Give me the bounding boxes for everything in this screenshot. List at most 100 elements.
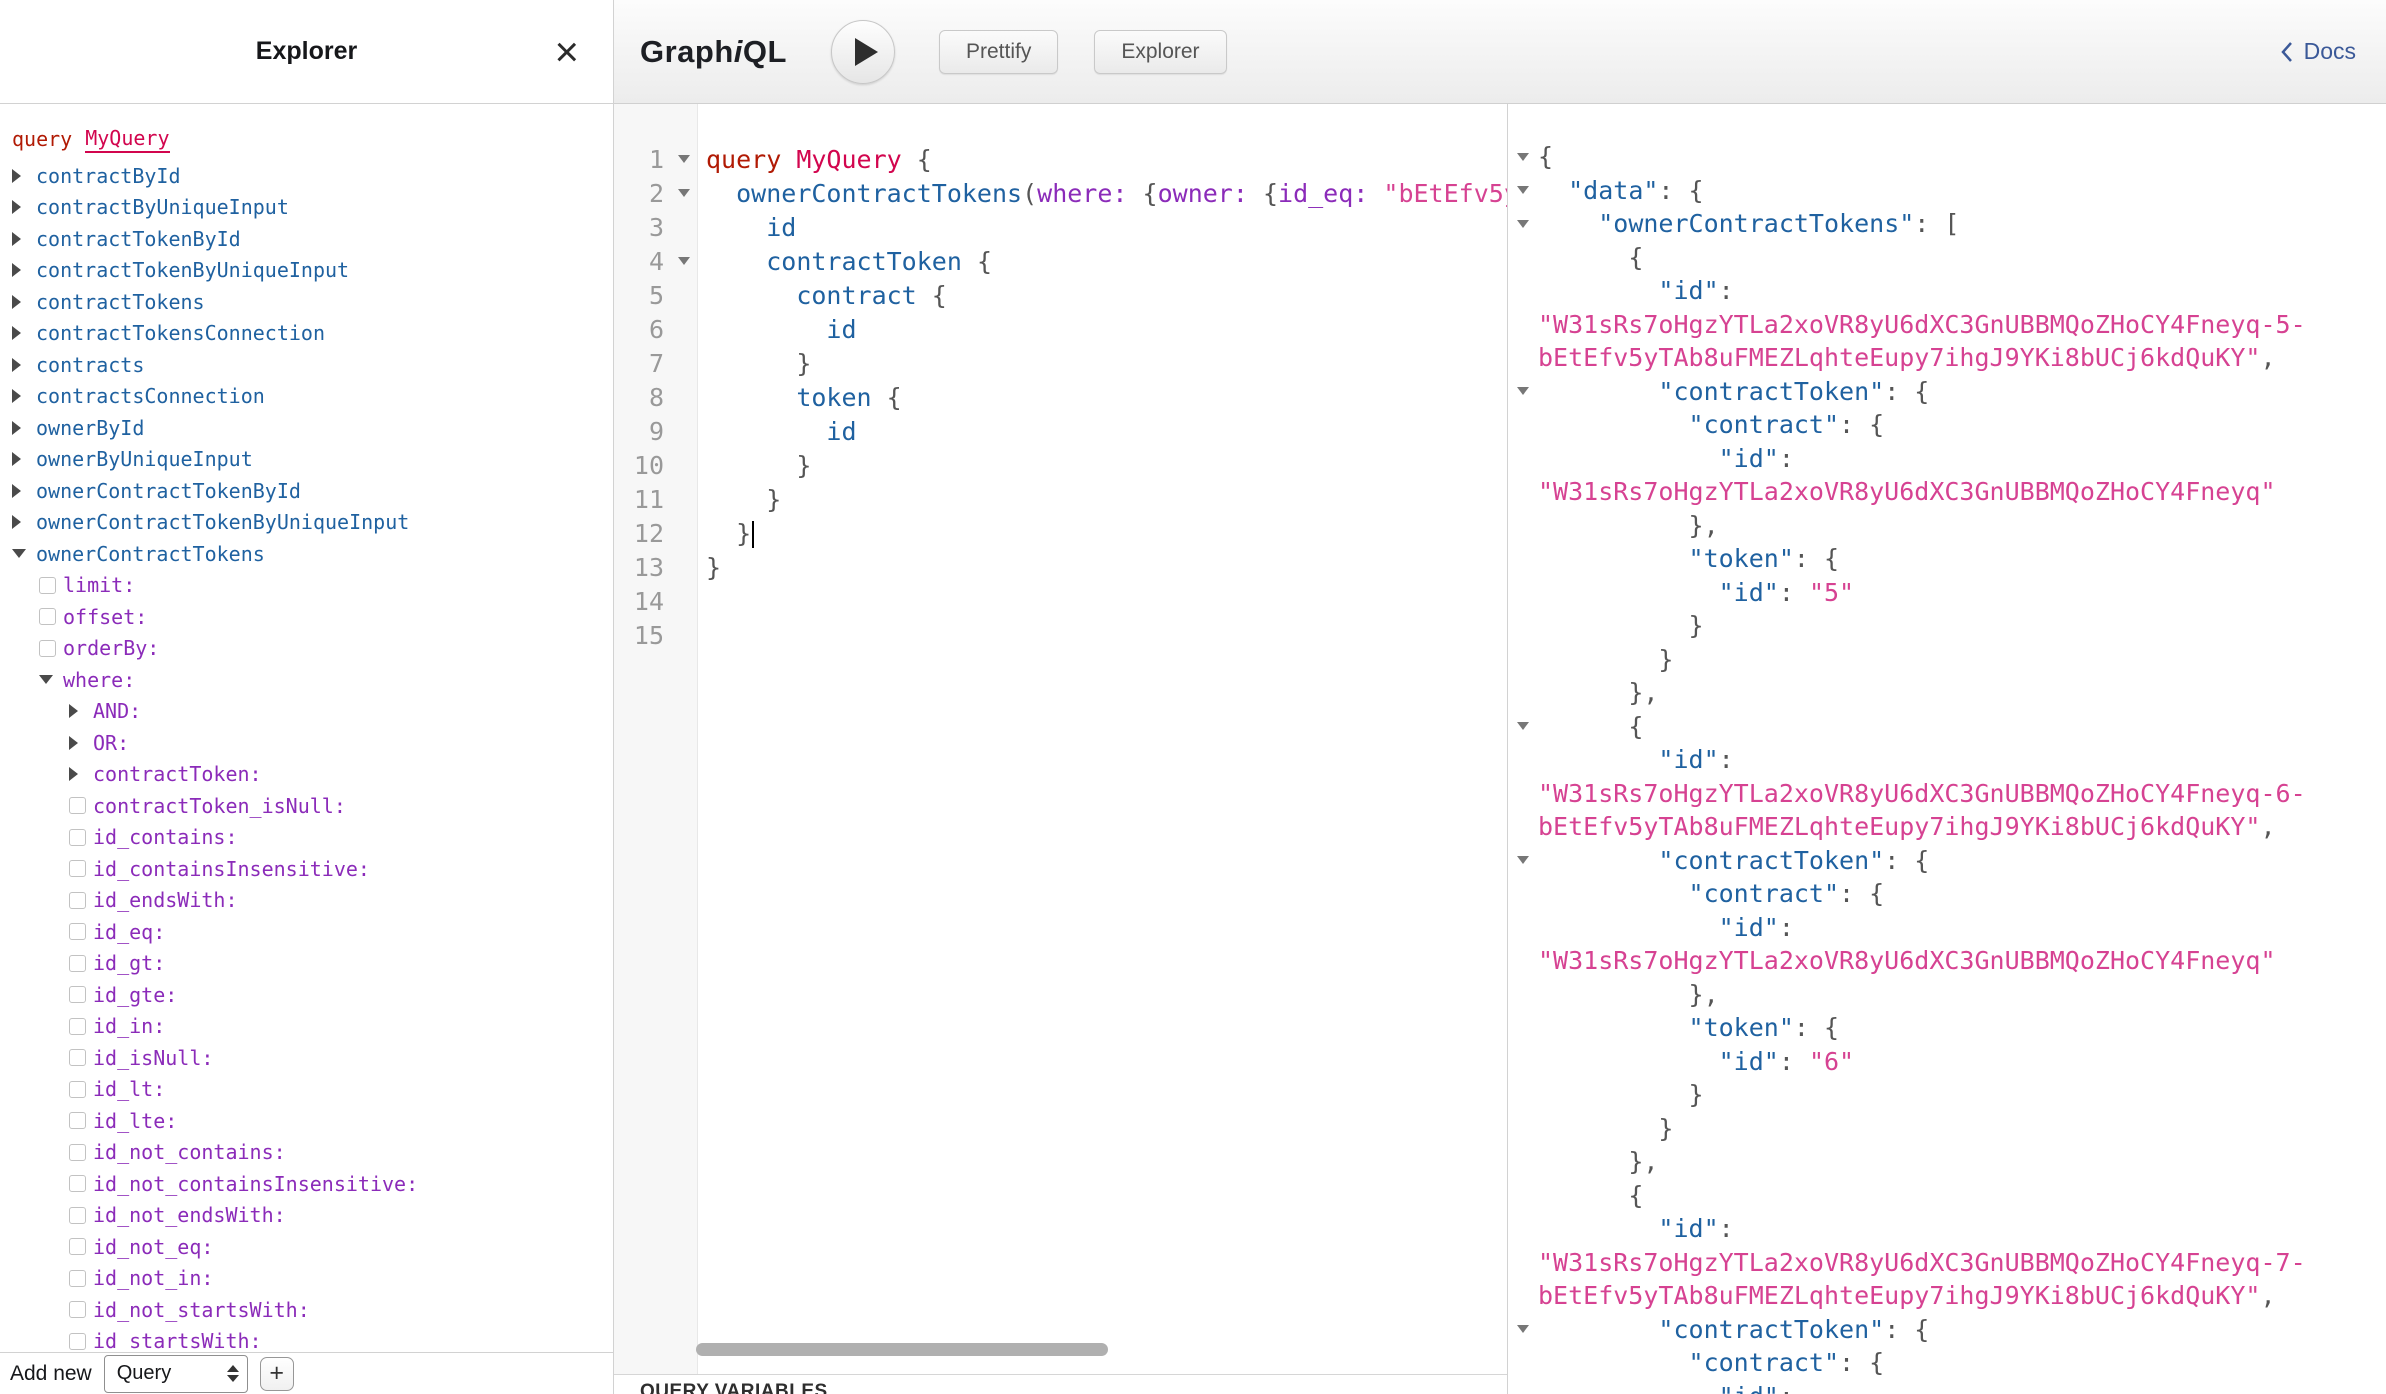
fold-arrow-icon[interactable] [678,155,690,163]
explorer-arg-row[interactable]: id_gte: [12,979,613,1011]
fold-arrow-icon[interactable] [1517,153,1529,161]
add-operation-button[interactable]: + [260,1357,294,1391]
checkbox[interactable] [69,1301,86,1318]
query-editor[interactable]: 1query MyQuery {2 ownerContractTokens(wh… [614,104,1507,1374]
explorer-arg-row[interactable]: id_endsWith: [12,885,613,917]
checkbox[interactable] [69,923,86,940]
explorer-arg-row[interactable]: id_lte: [12,1105,613,1137]
checkbox[interactable] [69,1144,86,1161]
arrow-right-icon[interactable] [12,295,21,309]
explorer-field-row[interactable]: contractTokensConnection [12,318,613,350]
explorer-field-row[interactable]: contractById [12,160,613,192]
explorer-arg-row[interactable]: id_eq: [12,916,613,948]
checkbox[interactable] [69,1018,86,1035]
arrow-right-icon[interactable] [12,200,21,214]
horizontal-scrollbar[interactable] [696,1343,1108,1356]
fold-arrow-icon[interactable] [678,257,690,265]
arrow-right-icon[interactable] [69,704,78,718]
explorer-arg-row[interactable]: id_not_eq: [12,1231,613,1263]
explorer-arg-row[interactable]: id_not_startsWith: [12,1294,613,1326]
explorer-field-row[interactable]: contracts [12,349,613,381]
explorer-field-row[interactable]: contractTokens [12,286,613,318]
explorer-arg-row[interactable]: id_contains: [12,822,613,854]
fold-arrow-icon[interactable] [1517,856,1529,864]
arrow-right-icon[interactable] [12,358,21,372]
arrow-right-icon[interactable] [12,421,21,435]
explorer-arg-row[interactable]: orderBy: [12,633,613,665]
arrow-right-icon[interactable] [12,389,21,403]
checkbox[interactable] [69,1049,86,1066]
explorer-field-row[interactable]: contractsConnection [12,381,613,413]
docs-toggle-button[interactable]: Docs [2278,38,2356,65]
explorer-tree[interactable]: query MyQuery contractByIdcontractByUniq… [0,104,613,1352]
explorer-arg-row[interactable]: id_not_contains: [12,1137,613,1169]
checkbox[interactable] [69,1175,86,1192]
checkbox[interactable] [69,797,86,814]
fold-arrow-icon[interactable] [1517,1325,1529,1333]
arrow-right-icon[interactable] [12,169,21,183]
arrow-down-icon[interactable] [12,549,26,558]
explorer-field-row[interactable]: ownerContractTokens [12,538,613,570]
checkbox[interactable] [69,892,86,909]
fold-arrow-icon[interactable] [1517,387,1529,395]
explorer-field-row[interactable]: ownerContractTokenById [12,475,613,507]
explorer-arg-row[interactable]: id_not_endsWith: [12,1200,613,1232]
explorer-toggle-button[interactable]: Explorer [1094,30,1226,74]
explorer-arg-row[interactable]: offset: [12,601,613,633]
fold-arrow-icon[interactable] [678,189,690,197]
checkbox[interactable] [69,1238,86,1255]
result-line: "W31sRs7oHgzYTLa2xoVR8yU6dXC3GnUBBMQoZHo… [1508,1246,2386,1280]
explorer-arg-row[interactable]: id_containsInsensitive: [12,853,613,885]
checkbox[interactable] [39,608,56,625]
arrow-right-icon[interactable] [12,484,21,498]
checkbox[interactable] [69,1112,86,1129]
query-variables-header[interactable]: QUERY VARIABLES [614,1374,1507,1394]
prettify-button[interactable]: Prettify [939,30,1058,74]
checkbox[interactable] [39,640,56,657]
explorer-arg-row[interactable]: id_isNull: [12,1042,613,1074]
close-icon[interactable]: × [554,31,579,73]
explorer-field-row[interactable]: contractTokenByUniqueInput [12,255,613,287]
explorer-arg-row[interactable]: contractToken_isNull: [12,790,613,822]
checkbox[interactable] [69,1333,86,1350]
arrow-right-icon[interactable] [12,232,21,246]
explorer-arg-row[interactable]: id_lt: [12,1074,613,1106]
explorer-arg-row[interactable]: OR: [12,727,613,759]
fold-arrow-icon[interactable] [1517,220,1529,228]
execute-query-button[interactable] [831,20,895,84]
checkbox[interactable] [39,577,56,594]
arrow-down-icon[interactable] [39,675,53,684]
explorer-field-row[interactable]: ownerContractTokenByUniqueInput [12,507,613,539]
explorer-arg-row[interactable]: id_not_containsInsensitive: [12,1168,613,1200]
fold-arrow-icon[interactable] [1517,186,1529,194]
arrow-right-icon[interactable] [12,452,21,466]
explorer-arg-row[interactable]: id_startsWith: [12,1326,613,1353]
explorer-field-row[interactable]: ownerById [12,412,613,444]
add-new-type-select[interactable]: Query [104,1355,248,1393]
arrow-right-icon[interactable] [12,515,21,529]
arrow-right-icon[interactable] [12,263,21,277]
explorer-arg-row[interactable]: id_not_in: [12,1263,613,1295]
checkbox[interactable] [69,829,86,846]
explorer-arg-row[interactable]: AND: [12,696,613,728]
operation-name-input[interactable]: MyQuery [85,126,169,153]
arrow-right-icon[interactable] [69,736,78,750]
fold-arrow-icon[interactable] [1517,722,1529,730]
checkbox[interactable] [69,1081,86,1098]
explorer-field-row[interactable]: ownerByUniqueInput [12,444,613,476]
checkbox[interactable] [69,860,86,877]
explorer-arg-row[interactable]: contractToken: [12,759,613,791]
checkbox[interactable] [69,1207,86,1224]
arrow-right-icon[interactable] [12,326,21,340]
explorer-arg-row[interactable]: where: [12,664,613,696]
explorer-field-row[interactable]: contractTokenById [12,223,613,255]
row-label: contractTokensConnection [36,321,325,345]
checkbox[interactable] [69,955,86,972]
explorer-field-row[interactable]: contractByUniqueInput [12,192,613,224]
explorer-arg-row[interactable]: id_in: [12,1011,613,1043]
arrow-right-icon[interactable] [69,767,78,781]
checkbox[interactable] [69,986,86,1003]
explorer-arg-row[interactable]: id_gt: [12,948,613,980]
explorer-arg-row[interactable]: limit: [12,570,613,602]
checkbox[interactable] [69,1270,86,1287]
